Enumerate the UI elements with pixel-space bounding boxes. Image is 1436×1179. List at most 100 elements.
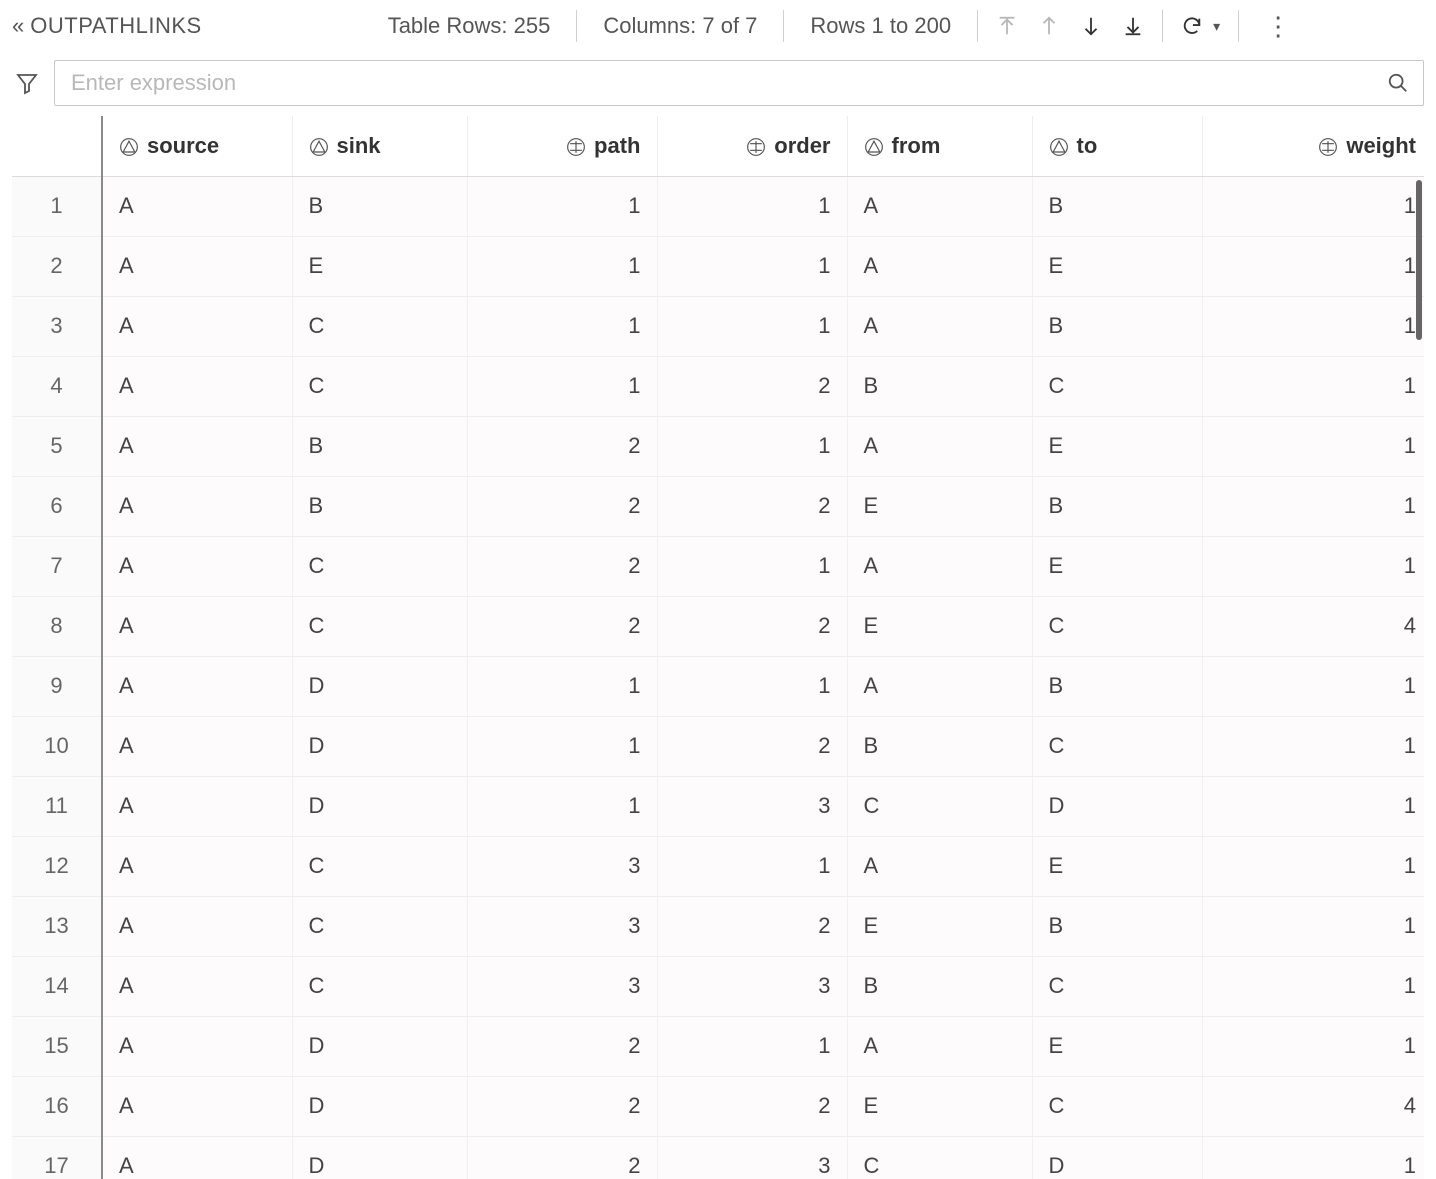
cell-order: 1 bbox=[657, 536, 847, 596]
cell-source: A bbox=[102, 356, 292, 416]
cell-source: A bbox=[102, 716, 292, 776]
cell-from: A bbox=[847, 536, 1032, 596]
cell-weight: 1 bbox=[1202, 416, 1424, 476]
col-header-to[interactable]: to bbox=[1032, 116, 1202, 176]
numeric-type-icon bbox=[566, 137, 586, 157]
cell-to: E bbox=[1032, 536, 1202, 596]
cell-from: A bbox=[847, 416, 1032, 476]
refresh-group: ▾ bbox=[1162, 10, 1238, 42]
table-row[interactable]: 17AD23CD1 bbox=[12, 1136, 1424, 1179]
table-name: OUTPATHLINKS bbox=[30, 13, 241, 39]
cell-sink: E bbox=[292, 236, 467, 296]
filter-row bbox=[12, 60, 1424, 106]
back-button[interactable]: « bbox=[12, 13, 30, 39]
table-row[interactable]: 13AC32EB1 bbox=[12, 896, 1424, 956]
cell-weight: 1 bbox=[1202, 896, 1424, 956]
row-number: 10 bbox=[12, 716, 102, 776]
row-number: 14 bbox=[12, 956, 102, 1016]
cell-source: A bbox=[102, 176, 292, 236]
cell-source: A bbox=[102, 596, 292, 656]
table-row[interactable]: 7AC21AE1 bbox=[12, 536, 1424, 596]
table-row[interactable]: 1AB11AB1 bbox=[12, 176, 1424, 236]
cell-source: A bbox=[102, 476, 292, 536]
cell-to: E bbox=[1032, 1016, 1202, 1076]
table-row[interactable]: 3AC11AB1 bbox=[12, 296, 1424, 356]
table-row[interactable]: 16AD22EC4 bbox=[12, 1076, 1424, 1136]
col-header-sink[interactable]: sink bbox=[292, 116, 467, 176]
filter-icon[interactable] bbox=[12, 71, 42, 95]
cell-sink: D bbox=[292, 716, 467, 776]
cell-order: 3 bbox=[657, 776, 847, 836]
more-icon[interactable]: ⋮ bbox=[1257, 13, 1291, 39]
cell-to: B bbox=[1032, 296, 1202, 356]
table-row[interactable]: 10AD12BC1 bbox=[12, 716, 1424, 776]
cell-source: A bbox=[102, 536, 292, 596]
cell-order: 1 bbox=[657, 296, 847, 356]
cell-weight: 1 bbox=[1202, 536, 1424, 596]
cell-path: 1 bbox=[467, 776, 657, 836]
col-header-source[interactable]: source bbox=[102, 116, 292, 176]
row-number: 11 bbox=[12, 776, 102, 836]
cell-from: B bbox=[847, 716, 1032, 776]
table-row[interactable]: 11AD13CD1 bbox=[12, 776, 1424, 836]
scrollbar-thumb[interactable] bbox=[1416, 180, 1422, 340]
cell-from: A bbox=[847, 176, 1032, 236]
cell-from: C bbox=[847, 776, 1032, 836]
cell-weight: 1 bbox=[1202, 296, 1424, 356]
cell-sink: C bbox=[292, 956, 467, 1016]
table-row[interactable]: 8AC22EC4 bbox=[12, 596, 1424, 656]
cell-order: 1 bbox=[657, 236, 847, 296]
cell-order: 1 bbox=[657, 416, 847, 476]
col-header-label: to bbox=[1077, 133, 1098, 158]
header-row: sourcesinkpathorderfrom to weight bbox=[12, 116, 1424, 176]
cell-path: 3 bbox=[467, 836, 657, 896]
cell-weight: 1 bbox=[1202, 776, 1424, 836]
go-first-icon[interactable] bbox=[996, 15, 1018, 37]
go-next-icon[interactable] bbox=[1080, 15, 1102, 37]
table-row[interactable]: 4AC12BC1 bbox=[12, 356, 1424, 416]
table-row[interactable]: 14AC33BC1 bbox=[12, 956, 1424, 1016]
cell-to: D bbox=[1032, 1136, 1202, 1179]
row-number: 6 bbox=[12, 476, 102, 536]
refresh-icon[interactable] bbox=[1181, 15, 1203, 37]
col-header-order[interactable]: order bbox=[657, 116, 847, 176]
col-header-from[interactable]: from bbox=[847, 116, 1032, 176]
cell-order: 3 bbox=[657, 956, 847, 1016]
table-row[interactable]: 6AB22EB1 bbox=[12, 476, 1424, 536]
row-number: 15 bbox=[12, 1016, 102, 1076]
table-row[interactable]: 12AC31AE1 bbox=[12, 836, 1424, 896]
cell-path: 2 bbox=[467, 1076, 657, 1136]
col-header-path[interactable]: path bbox=[467, 116, 657, 176]
search-icon[interactable] bbox=[1387, 72, 1409, 94]
row-number: 5 bbox=[12, 416, 102, 476]
table-row[interactable]: 9AD11AB1 bbox=[12, 656, 1424, 716]
cell-from: E bbox=[847, 596, 1032, 656]
go-prev-icon[interactable] bbox=[1038, 15, 1060, 37]
cell-to: C bbox=[1032, 356, 1202, 416]
cell-from: A bbox=[847, 1016, 1032, 1076]
cell-order: 2 bbox=[657, 716, 847, 776]
cell-order: 1 bbox=[657, 836, 847, 896]
cell-weight: 1 bbox=[1202, 236, 1424, 296]
table-row[interactable]: 5AB21AE1 bbox=[12, 416, 1424, 476]
col-header-weight[interactable]: weight bbox=[1202, 116, 1424, 176]
cell-weight: 1 bbox=[1202, 716, 1424, 776]
cell-sink: D bbox=[292, 1076, 467, 1136]
table-row[interactable]: 15AD21AE1 bbox=[12, 1016, 1424, 1076]
text-type-icon bbox=[309, 137, 329, 157]
cell-order: 2 bbox=[657, 356, 847, 416]
cell-to: B bbox=[1032, 896, 1202, 956]
cell-sink: C bbox=[292, 296, 467, 356]
expression-input[interactable] bbox=[69, 69, 1387, 97]
cell-to: B bbox=[1032, 656, 1202, 716]
refresh-dropdown-icon[interactable]: ▾ bbox=[1213, 18, 1220, 35]
cell-weight: 1 bbox=[1202, 356, 1424, 416]
expression-input-wrap bbox=[54, 60, 1424, 106]
cell-order: 3 bbox=[657, 1136, 847, 1179]
table-row[interactable]: 2AE11AE1 bbox=[12, 236, 1424, 296]
cell-order: 2 bbox=[657, 596, 847, 656]
cell-from: A bbox=[847, 236, 1032, 296]
cell-sink: D bbox=[292, 1016, 467, 1076]
cell-to: C bbox=[1032, 596, 1202, 656]
go-last-icon[interactable] bbox=[1122, 15, 1144, 37]
